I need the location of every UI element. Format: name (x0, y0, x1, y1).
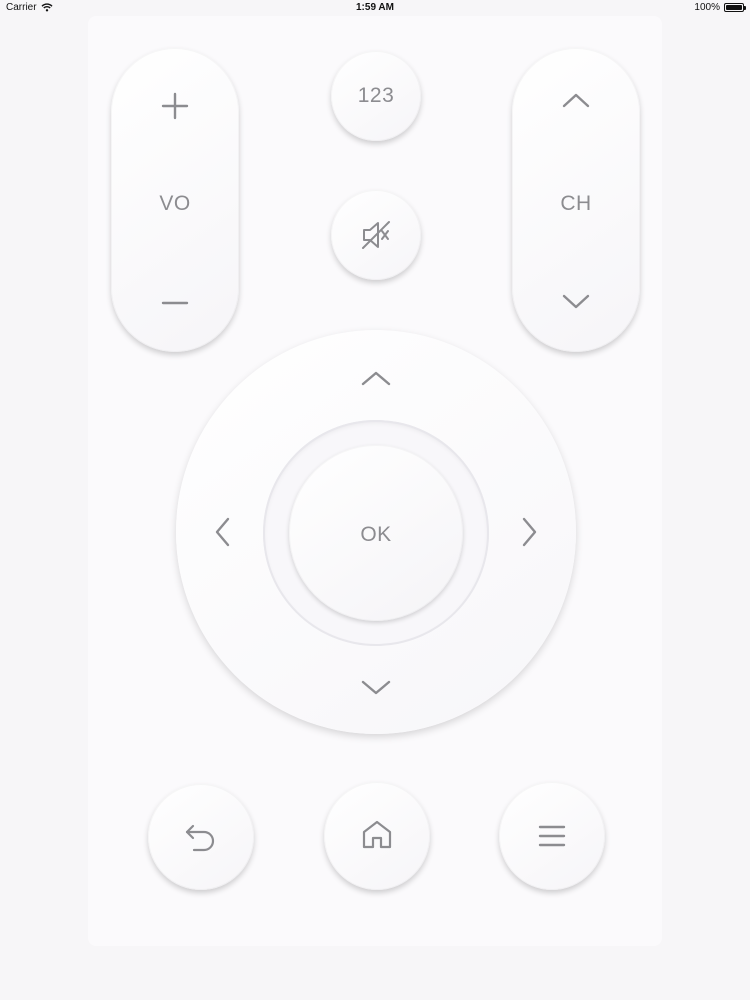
battery-icon (724, 3, 746, 12)
remote-screen: Carrier 1:59 AM 100% VO 123 CH OK (0, 0, 750, 1000)
status-time: 1:59 AM (356, 2, 394, 13)
home-button[interactable] (324, 782, 430, 890)
numpad-label: 123 (357, 84, 395, 107)
battery-level-fill (726, 5, 742, 10)
mute-icon (360, 219, 392, 251)
chevron-down-icon (361, 680, 391, 696)
chevron-up-icon (361, 370, 391, 386)
ok-button[interactable]: OK (289, 445, 463, 621)
chevron-right-icon (522, 517, 538, 547)
home-icon (360, 819, 394, 851)
status-right: 100% (694, 2, 746, 13)
chevron-down-icon (562, 294, 590, 310)
menu-icon (538, 824, 566, 848)
back-button[interactable] (148, 784, 254, 890)
status-bar: Carrier 1:59 AM 100% (0, 0, 750, 16)
minus-icon (161, 301, 189, 305)
dpad-down-button[interactable] (326, 652, 426, 724)
dpad-left-button[interactable] (190, 482, 260, 582)
channel-rocker: CH (512, 48, 640, 352)
chevron-up-icon (562, 92, 590, 108)
mute-button[interactable] (331, 190, 421, 280)
dpad-up-button[interactable] (326, 345, 426, 415)
channel-down-button[interactable] (512, 248, 640, 352)
dpad-right-button[interactable] (494, 482, 564, 582)
volume-up-button[interactable] (111, 48, 239, 158)
volume-down-button[interactable] (111, 248, 239, 352)
ok-label: OK (360, 523, 392, 546)
volume-label: VO (159, 192, 191, 215)
plus-icon (161, 92, 189, 120)
volume-rocker: VO (111, 48, 239, 352)
numpad-button[interactable]: 123 (331, 51, 421, 141)
channel-up-button[interactable] (512, 48, 640, 158)
battery-percent: 100% (694, 2, 720, 13)
chevron-left-icon (214, 517, 230, 547)
channel-label: CH (560, 192, 592, 215)
menu-button[interactable] (499, 782, 605, 890)
back-arrow-icon (184, 822, 218, 854)
